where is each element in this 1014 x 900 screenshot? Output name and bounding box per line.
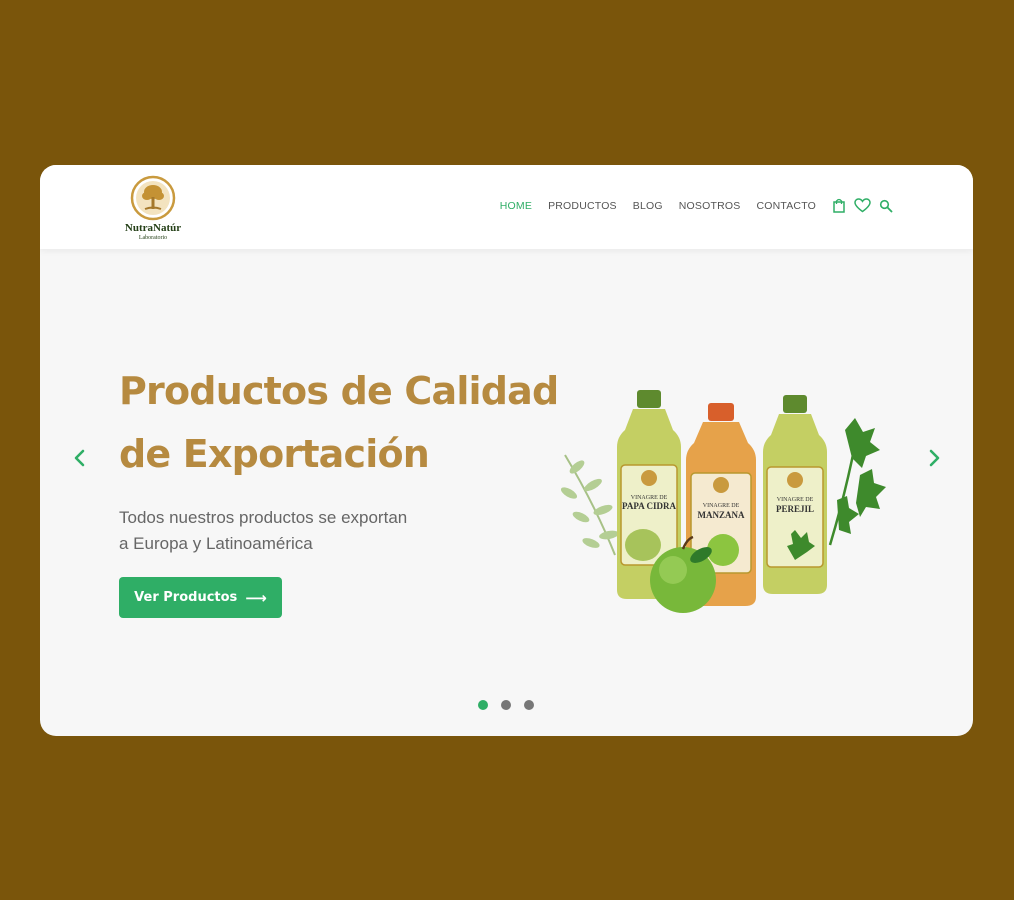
hero-subtitle: Todos nuestros productos se exportan a E… [119,505,459,557]
chevron-right-icon [929,449,940,467]
nav-home[interactable]: HOME [500,200,532,212]
main-nav: HOME PRODUCTOS BLOG NOSOTROS CONTACTO [484,198,893,213]
nav-blog[interactable]: BLOG [633,200,663,212]
cta-label: Ver Productos [134,590,238,605]
logo-tree-icon [130,175,176,221]
site-header: NutraNatúr Laboratorio HOME PRODUCTOS BL… [40,165,973,249]
main-card: NutraNatúr Laboratorio HOME PRODUCTOS BL… [40,165,973,736]
brand-name: NutraNatúr [124,222,182,234]
heart-icon[interactable] [854,198,871,213]
slider-dot-1[interactable] [478,700,488,710]
brand-subtitle: Laboratorio [138,235,168,241]
bottle-perejil: VINAGRE DE PEREJIL [763,395,827,594]
search-icon[interactable] [879,199,893,213]
bottle1-name: PAPA CIDRA [622,501,676,511]
slider-next-arrow[interactable] [924,447,944,469]
bottle3-kind: VINAGRE DE [777,497,814,503]
slider-prev-arrow[interactable] [70,447,90,469]
hero-title-line1: Productos de Calidad [119,369,559,413]
hero-subtitle-line2: a Europa y Latinoamérica [119,534,313,553]
shopping-bag-icon[interactable] [832,198,846,213]
product-bottles-image: VINAGRE DE PAPA CIDRA VINAGRE DE PEREJIL… [560,390,886,613]
nav-contacto[interactable]: CONTACTO [756,200,816,212]
left-leaves-decoration [560,454,619,556]
parsley-decoration [828,418,886,546]
brand-logo[interactable]: NutraNatúr Laboratorio [118,175,188,245]
nav-icon-group [832,198,893,213]
arrow-right-icon: ⟶ [245,588,267,607]
bottle2-name: MANZANA [698,510,745,520]
bottle3-name: PEREJIL [776,504,814,514]
nav-nosotros[interactable]: NOSOTROS [679,200,741,212]
slider-pagination [478,700,547,710]
ver-productos-button[interactable]: Ver Productos ⟶ [119,577,282,618]
nav-productos[interactable]: PRODUCTOS [548,200,617,212]
hero-title: Productos de Calidad de Exportación [119,360,609,486]
bottle2-kind: VINAGRE DE [703,503,740,509]
slider-dot-3[interactable] [524,700,534,710]
chevron-left-icon [74,449,85,467]
hero-title-line2: de Exportación [119,432,430,476]
hero-subtitle-line1: Todos nuestros productos se exportan [119,508,408,527]
slider-dot-2[interactable] [501,700,511,710]
